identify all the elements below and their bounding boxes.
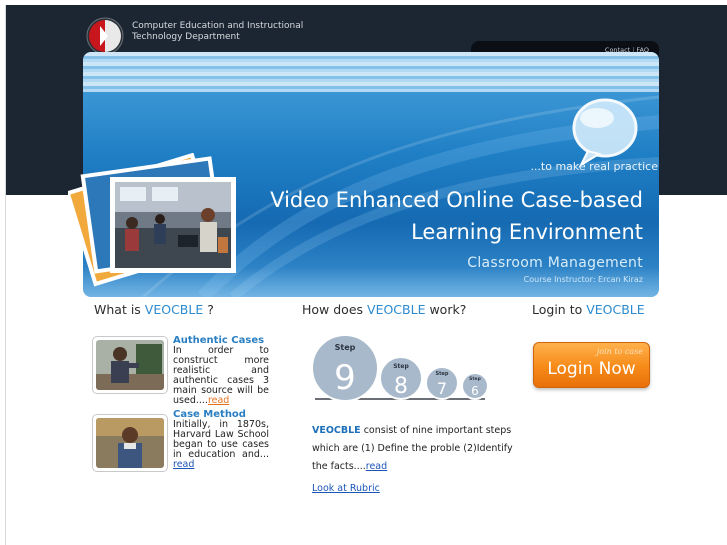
teacher-photo <box>96 340 164 390</box>
authentic-cases-thumbnail[interactable] <box>92 336 168 394</box>
university-logo-icon <box>86 17 124 55</box>
step-8-label: Step <box>393 363 409 370</box>
banner-title-line-1: Video Enhanced Online Case-based <box>270 188 643 212</box>
banner-subtitle: Classroom Management <box>467 255 643 271</box>
department-name: Computer Education and Instructional Tec… <box>132 21 352 43</box>
student-photo <box>96 418 164 468</box>
what-is-brand: VEOCBLE <box>144 302 204 317</box>
how-does-suffix: work? <box>425 302 467 317</box>
what-is-suffix: ? <box>203 302 214 317</box>
speech-bubble-icon <box>572 98 638 168</box>
step-6-number: 6 <box>471 384 479 398</box>
how-does-brand: VEOCBLE <box>367 302 426 317</box>
steps-graphic: Step 9 Step 8 Step 7 Step 6 <box>311 334 489 402</box>
login-brand: VEOCBLE <box>586 302 645 317</box>
department-line-1: Computer Education and Instructional <box>132 21 304 31</box>
login-now-button[interactable]: join to case Login Now <box>533 342 650 388</box>
classroom-photo-stack <box>68 153 236 287</box>
login-hint: join to case <box>596 347 643 356</box>
page: Computer Education and Instructional Tec… <box>5 5 727 545</box>
step-6-badge: Step 6 <box>461 372 489 400</box>
case-method-read-link[interactable]: read <box>173 459 194 470</box>
look-at-rubric-link[interactable]: Look at Rubric <box>312 483 380 494</box>
banner-title-line-2: Learning Environment <box>411 220 643 244</box>
case-method-thumbnail[interactable] <box>92 414 168 472</box>
authentic-cases-item: Authentic Cases In order to construct mo… <box>173 336 269 406</box>
login-now-label: Login Now <box>547 359 636 379</box>
login-heading: Login to VEOCBLE <box>532 302 645 317</box>
step-6-label: Step <box>469 376 481 382</box>
banner-tagline: ...to make real practice <box>530 160 658 173</box>
case-method-item: Case Method Initially, in 1870s, Harvard… <box>173 410 269 470</box>
classroom-photo <box>110 177 236 273</box>
step-7-number: 7 <box>437 379 447 398</box>
step-9-label: Step <box>335 343 356 352</box>
step-9-number: 9 <box>334 358 356 398</box>
veocble-description: VEOCBLE consist of nine important steps … <box>312 422 524 476</box>
what-is-prefix: What is <box>94 302 145 317</box>
step-7-badge: Step 7 <box>425 366 459 400</box>
login-prefix: Login to <box>532 302 587 317</box>
what-is-heading: What is VEOCBLE ? <box>94 302 214 317</box>
step-7-label: Step <box>436 371 449 377</box>
description-read-link[interactable]: read <box>366 461 387 472</box>
how-does-prefix: How does <box>302 302 368 317</box>
authentic-cases-read-link[interactable]: read <box>208 395 229 406</box>
description-brand: VEOCBLE <box>312 425 361 436</box>
course-instructor: Course Instructor: Ercan Kiraz <box>523 275 643 284</box>
how-does-heading: How does VEOCBLE work? <box>302 302 466 317</box>
step-8-number: 8 <box>394 374 408 399</box>
department-line-2: Technology Department <box>132 32 240 42</box>
step-9-badge: Step 9 <box>311 334 379 402</box>
step-8-badge: Step 8 <box>379 356 423 400</box>
case-method-body: Initially, in 1870s, Harvard Law School … <box>173 419 269 460</box>
